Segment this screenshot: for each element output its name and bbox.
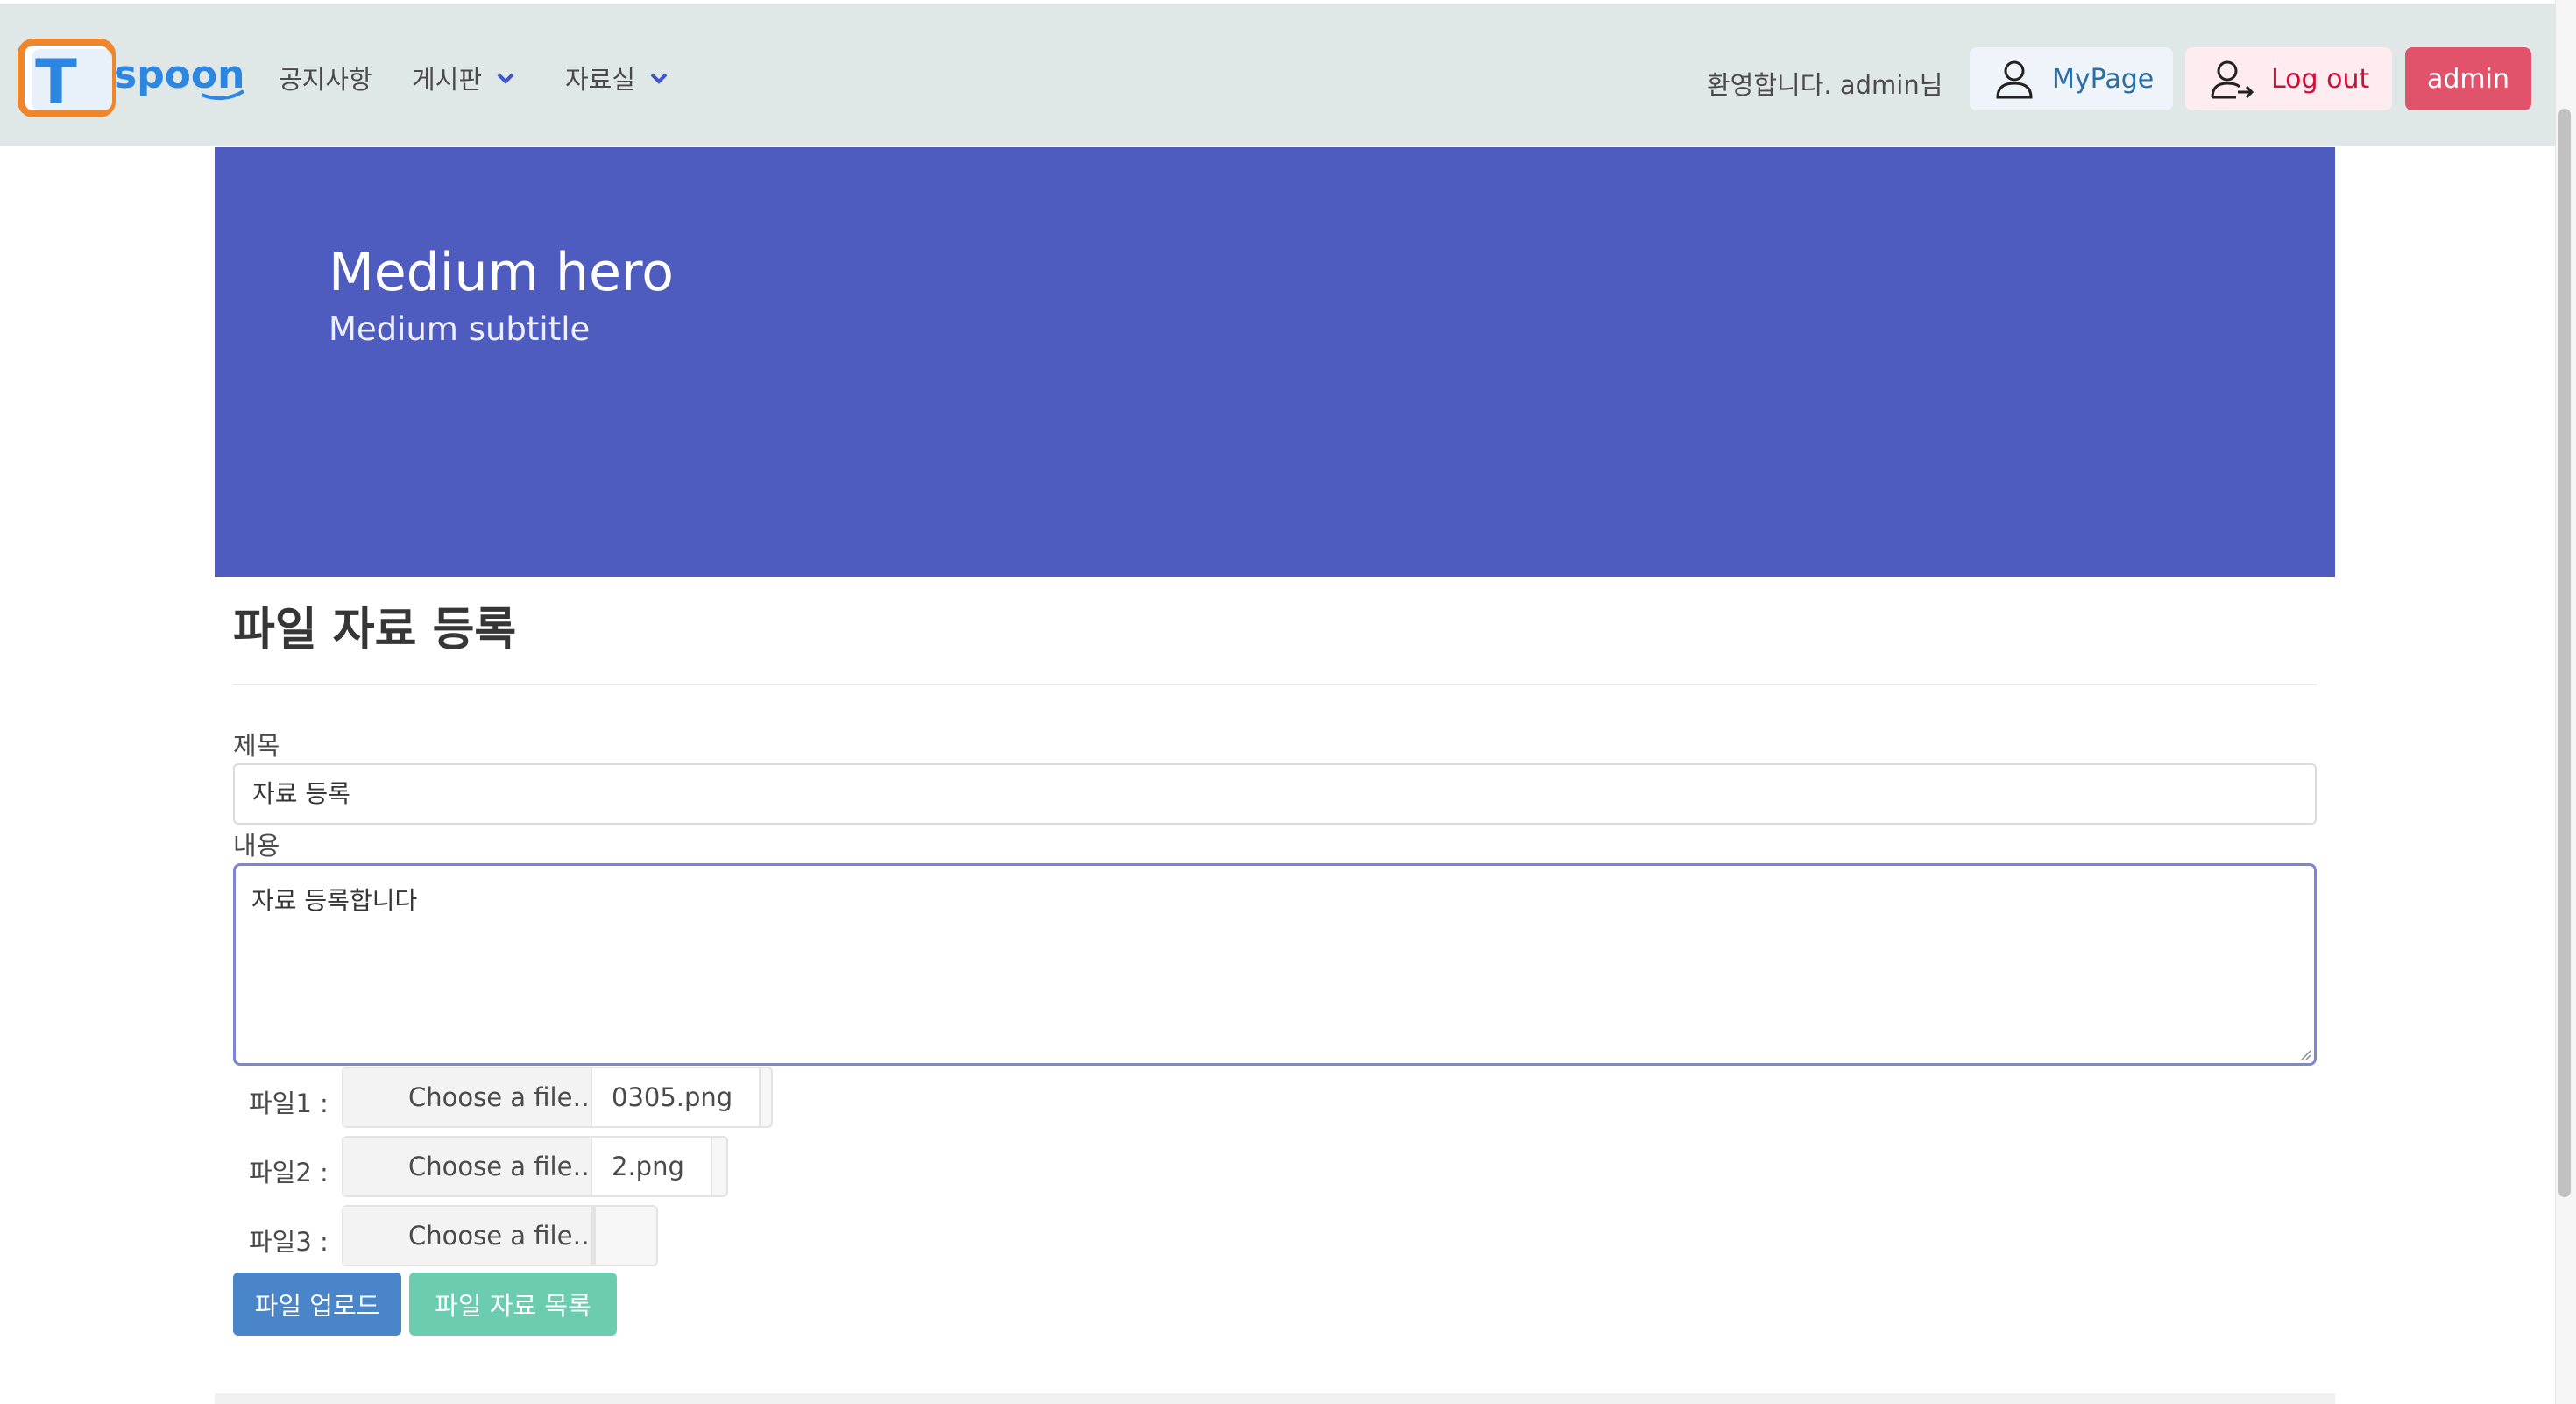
page-title: 파일 자료 등록	[233, 604, 517, 656]
logo-mark: T	[35, 46, 77, 118]
user-icon	[1996, 60, 2033, 99]
nav-archive-label: 자료실	[565, 65, 636, 95]
file3-choose-button[interactable]: Choose a file…	[343, 1207, 598, 1265]
admin-label: admin	[2427, 63, 2509, 95]
title-input[interactable]: 자료 등록	[233, 763, 2317, 825]
hero-subtitle: Medium subtitle	[329, 310, 591, 348]
hero-banner: Medium hero Medium subtitle	[215, 147, 2335, 577]
file1-choose-button[interactable]: Choose a file…	[343, 1068, 598, 1126]
nav-notice-label: 공지사항	[279, 65, 372, 95]
file3-tail	[594, 1207, 622, 1265]
content-textarea[interactable]: 자료 등록합니다	[233, 863, 2317, 1066]
file3-input[interactable]: Choose a file…	[342, 1205, 658, 1266]
title-field-label: 제목	[233, 731, 280, 761]
chevron-down-icon	[650, 73, 668, 84]
nav-notice[interactable]: 공지사항	[279, 56, 372, 100]
mypage-label: MyPage	[2052, 63, 2155, 95]
file2-name: 2.png	[591, 1138, 712, 1195]
logout-user-icon	[2211, 60, 2254, 99]
file-list-button[interactable]: 파일 자료 목록	[409, 1273, 617, 1336]
nav-board-label: 게시판	[412, 65, 483, 95]
site-logo[interactable]: T spoon	[18, 37, 245, 121]
top-navbar: T spoon 공지사항 게시판 자료실 환영합니다. admin님 MyPag…	[0, 4, 2555, 146]
file-upload-button[interactable]: 파일 업로드	[233, 1273, 401, 1336]
content-field-label: 내용	[233, 831, 280, 861]
file1-name: 0305.png	[591, 1068, 761, 1126]
logo-text: spoon	[114, 53, 244, 97]
file2-tail	[712, 1138, 726, 1195]
resize-grip-icon[interactable]	[2297, 1046, 2311, 1060]
page-scrollbar-thumb[interactable]	[2558, 109, 2571, 1197]
file2-input[interactable]: Choose a file… 2.png	[342, 1136, 728, 1197]
footer-edge	[215, 1393, 2335, 1404]
file1-tail	[761, 1068, 771, 1126]
nav-board-dropdown[interactable]: 게시판	[412, 56, 517, 100]
chevron-down-icon	[497, 73, 514, 84]
logout-button[interactable]: Log out	[2185, 47, 2392, 110]
file2-choose-button[interactable]: Choose a file…	[343, 1138, 598, 1195]
logout-label: Log out	[2271, 63, 2370, 95]
file3-label: 파일3 :	[249, 1227, 329, 1257]
hero-title: Medium hero	[329, 242, 674, 303]
admin-button[interactable]: admin	[2405, 47, 2531, 110]
file2-label: 파일2 :	[249, 1158, 329, 1188]
file1-label: 파일1 :	[249, 1088, 329, 1118]
nav-archive-dropdown[interactable]: 자료실	[565, 56, 670, 100]
welcome-text: 환영합니다. admin님	[1707, 70, 1943, 100]
title-divider	[233, 684, 2317, 685]
file1-input[interactable]: Choose a file… 0305.png	[342, 1067, 773, 1128]
mypage-button[interactable]: MyPage	[1970, 47, 2173, 110]
